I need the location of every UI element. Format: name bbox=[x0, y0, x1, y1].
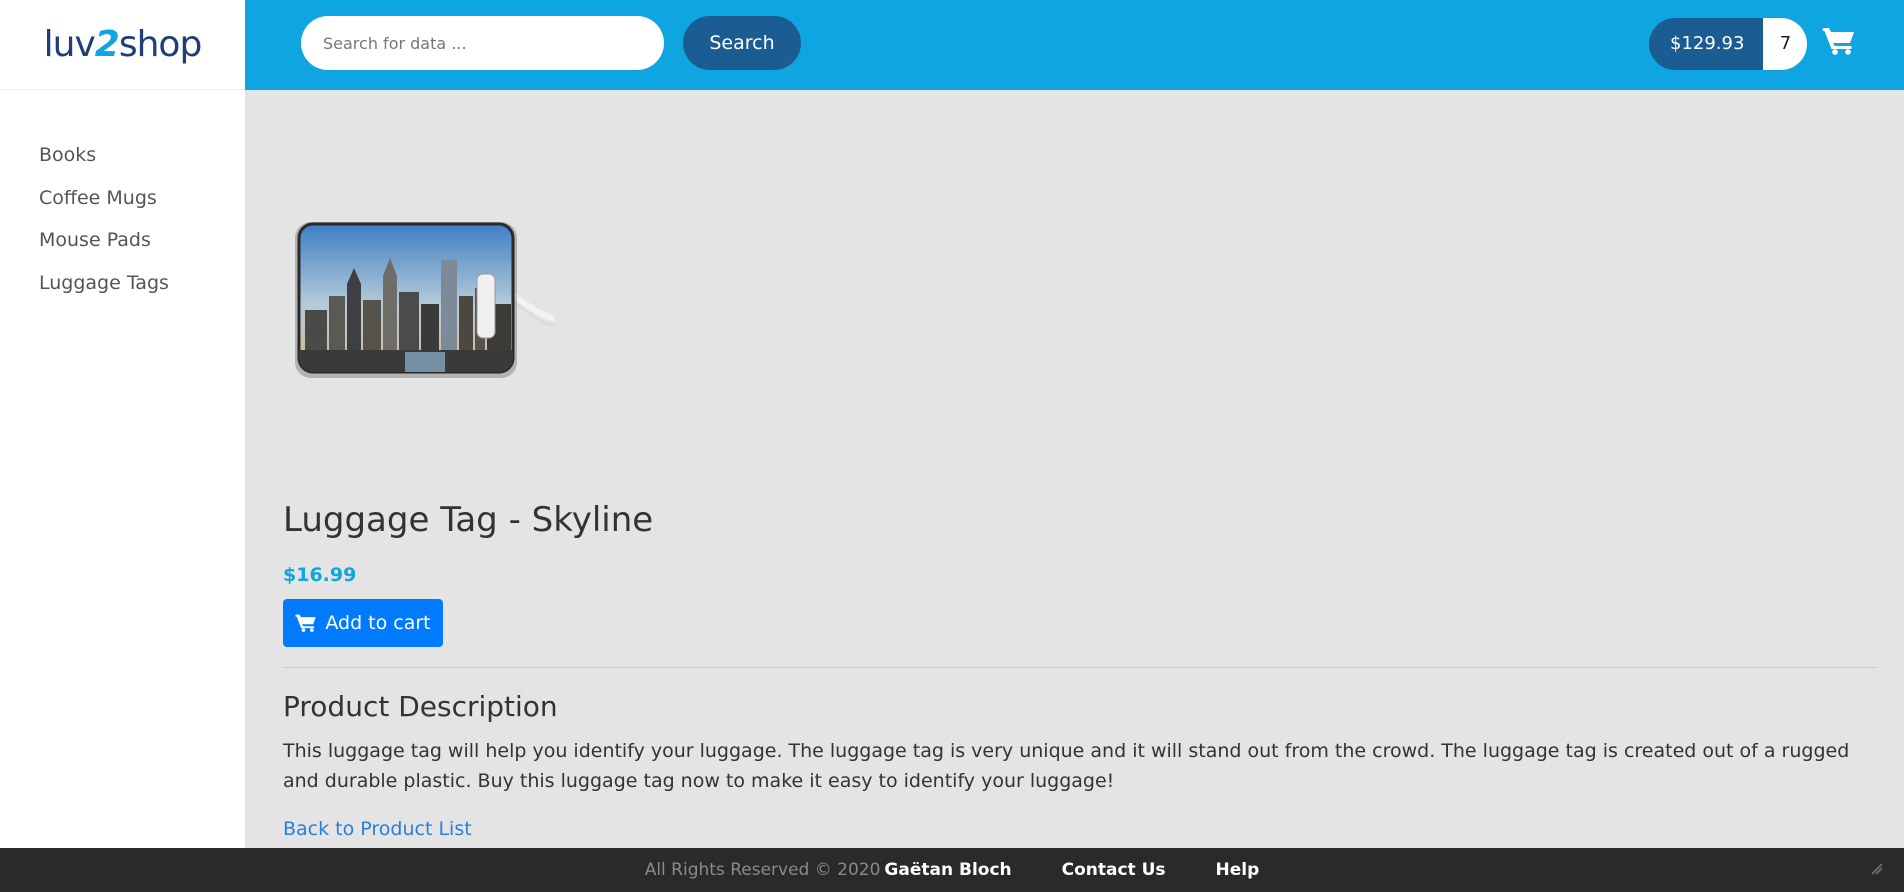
sidebar-item-mouse-pads[interactable]: Mouse Pads bbox=[0, 227, 245, 270]
product-image bbox=[295, 222, 555, 378]
category-nav: Books Coffee Mugs Mouse Pads Luggage Tag… bbox=[0, 90, 245, 312]
contact-us-link[interactable]: Contact Us bbox=[1062, 860, 1166, 880]
search-button[interactable]: Search bbox=[683, 16, 801, 70]
divider bbox=[283, 667, 1877, 668]
copyright-text: All Rights Reserved © 2020 bbox=[644, 860, 881, 880]
cart-total: $129.93 bbox=[1649, 18, 1764, 70]
description-heading: Product Description bbox=[283, 690, 558, 723]
cart-status[interactable]: $129.93 7 bbox=[1649, 18, 1808, 70]
product-description: This luggage tag will help you identify … bbox=[283, 740, 1850, 792]
product-details: Luggage Tag - Skyline $16.99 Add to cart… bbox=[245, 90, 1904, 848]
top-header: Search $129.93 7 bbox=[245, 0, 1904, 90]
back-to-product-list-link[interactable]: Back to Product List bbox=[283, 818, 472, 840]
shopping-cart-icon[interactable] bbox=[1822, 26, 1856, 56]
footer: All Rights Reserved © 2020 Gaëtan Bloch … bbox=[0, 848, 1904, 892]
cart-quantity: 7 bbox=[1763, 18, 1808, 70]
sidebar-item-coffee-mugs[interactable]: Coffee Mugs bbox=[0, 185, 245, 228]
sidebar-item-books[interactable]: Books bbox=[0, 142, 245, 185]
add-to-cart-button[interactable]: Add to cart bbox=[283, 599, 443, 647]
search-input[interactable] bbox=[301, 16, 664, 70]
help-link[interactable]: Help bbox=[1216, 860, 1260, 880]
brand-logo[interactable]: luv2shop bbox=[0, 0, 245, 90]
sidebar: luv2shop Books Coffee Mugs Mouse Pads Lu… bbox=[0, 0, 245, 892]
sidebar-item-luggage-tags[interactable]: Luggage Tags bbox=[0, 270, 245, 313]
product-title: Luggage Tag - Skyline bbox=[283, 500, 654, 540]
resize-handle-icon[interactable] bbox=[1866, 858, 1888, 880]
product-price: $16.99 bbox=[283, 564, 357, 586]
shopping-cart-icon bbox=[295, 614, 317, 632]
author-name: Gaëtan Bloch bbox=[884, 860, 1012, 880]
logo-text: luv2shop bbox=[43, 24, 203, 65]
add-to-cart-label: Add to cart bbox=[325, 612, 431, 634]
